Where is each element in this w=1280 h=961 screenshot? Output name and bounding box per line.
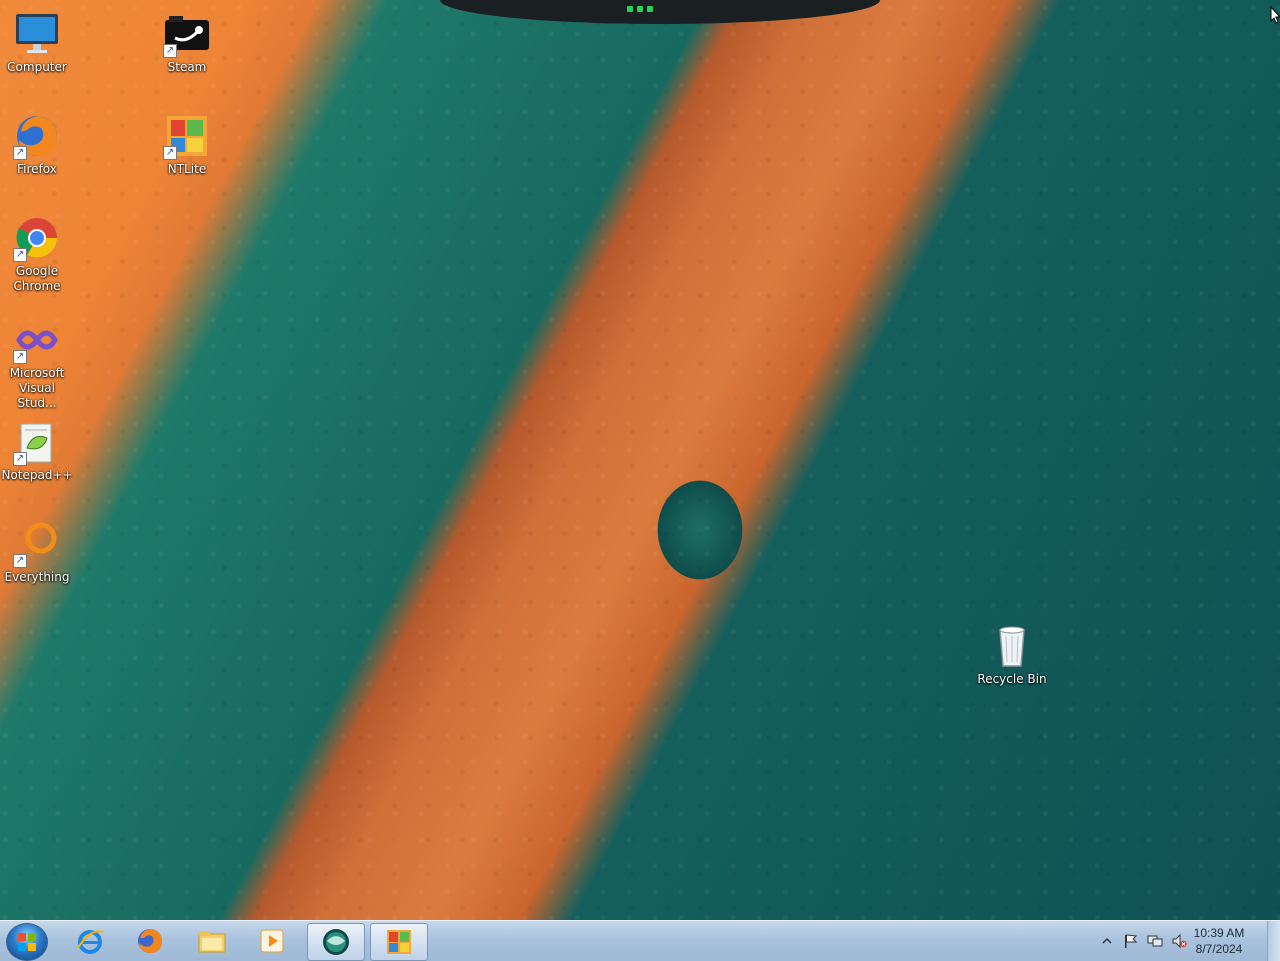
shortcut-arrow-icon: ↗ bbox=[13, 554, 27, 568]
desktop-icon-computer[interactable]: Computer bbox=[0, 2, 74, 75]
shortcut-arrow-icon: ↗ bbox=[13, 452, 27, 466]
firefox-icon bbox=[138, 929, 163, 954]
file-explorer-icon bbox=[198, 931, 226, 953]
app-sphere-icon bbox=[323, 929, 349, 955]
desktop-icon-label: Google Chrome bbox=[13, 264, 61, 293]
clock-date: 8/7/2024 bbox=[1195, 942, 1243, 956]
action-center-flag-icon[interactable] bbox=[1122, 933, 1138, 949]
taskbar-button-app-sphere[interactable] bbox=[307, 923, 365, 961]
desktop-icon-steam[interactable]: ↗ Steam bbox=[150, 2, 224, 75]
mouse-cursor-icon bbox=[1270, 6, 1280, 24]
desktop-icon-ntlite[interactable]: ↗ NTLite bbox=[150, 104, 224, 177]
shortcut-arrow-icon: ↗ bbox=[13, 146, 27, 160]
gadget-indicator-dots bbox=[625, 6, 655, 14]
firefox-icon: ↗ bbox=[13, 112, 61, 160]
ntlite-icon: ↗ bbox=[163, 112, 211, 160]
desktop-icon-label: Notepad++ bbox=[1, 468, 73, 482]
notepadpp-icon: ↗ bbox=[13, 418, 61, 466]
ntlite-icon bbox=[387, 930, 411, 954]
internet-explorer-icon bbox=[77, 930, 104, 954]
desktop-icon-label: Firefox bbox=[17, 162, 57, 176]
shortcut-arrow-icon: ↗ bbox=[163, 146, 177, 160]
shortcut-arrow-icon: ↗ bbox=[13, 248, 27, 262]
steam-icon: ↗ bbox=[163, 10, 211, 58]
show-desktop-button[interactable] bbox=[1267, 921, 1280, 961]
desktop-wallpaper[interactable]: Computer ↗ Steam ↗ Firefox ↗ NTLite ↗ Go… bbox=[0, 0, 1280, 920]
desktop-icon-firefox[interactable]: ↗ Firefox bbox=[0, 104, 74, 177]
taskbar-button-media-player[interactable] bbox=[244, 923, 300, 959]
desktop-icon-label: Everything bbox=[4, 570, 70, 584]
recycle-bin-icon bbox=[988, 622, 1036, 670]
taskbar[interactable]: 10:39 AM 8/7/2024 bbox=[0, 920, 1280, 961]
desktop-icon-visual-studio[interactable]: ↗ Microsoft Visual Stud... bbox=[0, 308, 74, 411]
desktop-icon-chrome[interactable]: ↗ Google Chrome bbox=[0, 206, 74, 294]
taskbar-button-file-explorer[interactable] bbox=[184, 923, 240, 959]
media-player-icon bbox=[260, 929, 284, 953]
everything-search-icon: ↗ bbox=[13, 520, 61, 568]
windows-logo-icon bbox=[18, 933, 36, 951]
desktop-icon-label: Recycle Bin bbox=[977, 672, 1047, 686]
start-button[interactable] bbox=[6, 923, 48, 961]
desktop-icon-notepadpp[interactable]: ↗ Notepad++ bbox=[0, 410, 74, 483]
chrome-icon: ↗ bbox=[13, 214, 61, 262]
shortcut-arrow-icon: ↗ bbox=[13, 350, 27, 364]
taskbar-button-ntlite[interactable] bbox=[370, 923, 428, 961]
desktop-icon-label: Microsoft Visual Stud... bbox=[9, 366, 65, 410]
taskbar-clock[interactable]: 10:39 AM 8/7/2024 bbox=[1184, 925, 1254, 957]
shortcut-arrow-icon: ↗ bbox=[163, 44, 177, 58]
computer-icon bbox=[13, 10, 61, 58]
visual-studio-icon: ↗ bbox=[13, 316, 61, 364]
desktop-icon-label: Computer bbox=[7, 60, 67, 74]
network-icon[interactable] bbox=[1147, 933, 1163, 949]
taskbar-button-internet-explorer[interactable] bbox=[62, 923, 118, 959]
taskbar-button-firefox[interactable] bbox=[122, 923, 178, 959]
desktop-icon-recycle-bin[interactable]: Recycle Bin bbox=[975, 614, 1049, 687]
clock-time: 10:39 AM bbox=[1193, 926, 1245, 940]
show-hidden-icons-arrow[interactable] bbox=[1099, 933, 1115, 949]
desktop-icon-everything[interactable]: ↗ Everything bbox=[0, 512, 74, 585]
desktop-icon-label: NTLite bbox=[167, 162, 207, 176]
desktop-icon-label: Steam bbox=[167, 60, 207, 74]
